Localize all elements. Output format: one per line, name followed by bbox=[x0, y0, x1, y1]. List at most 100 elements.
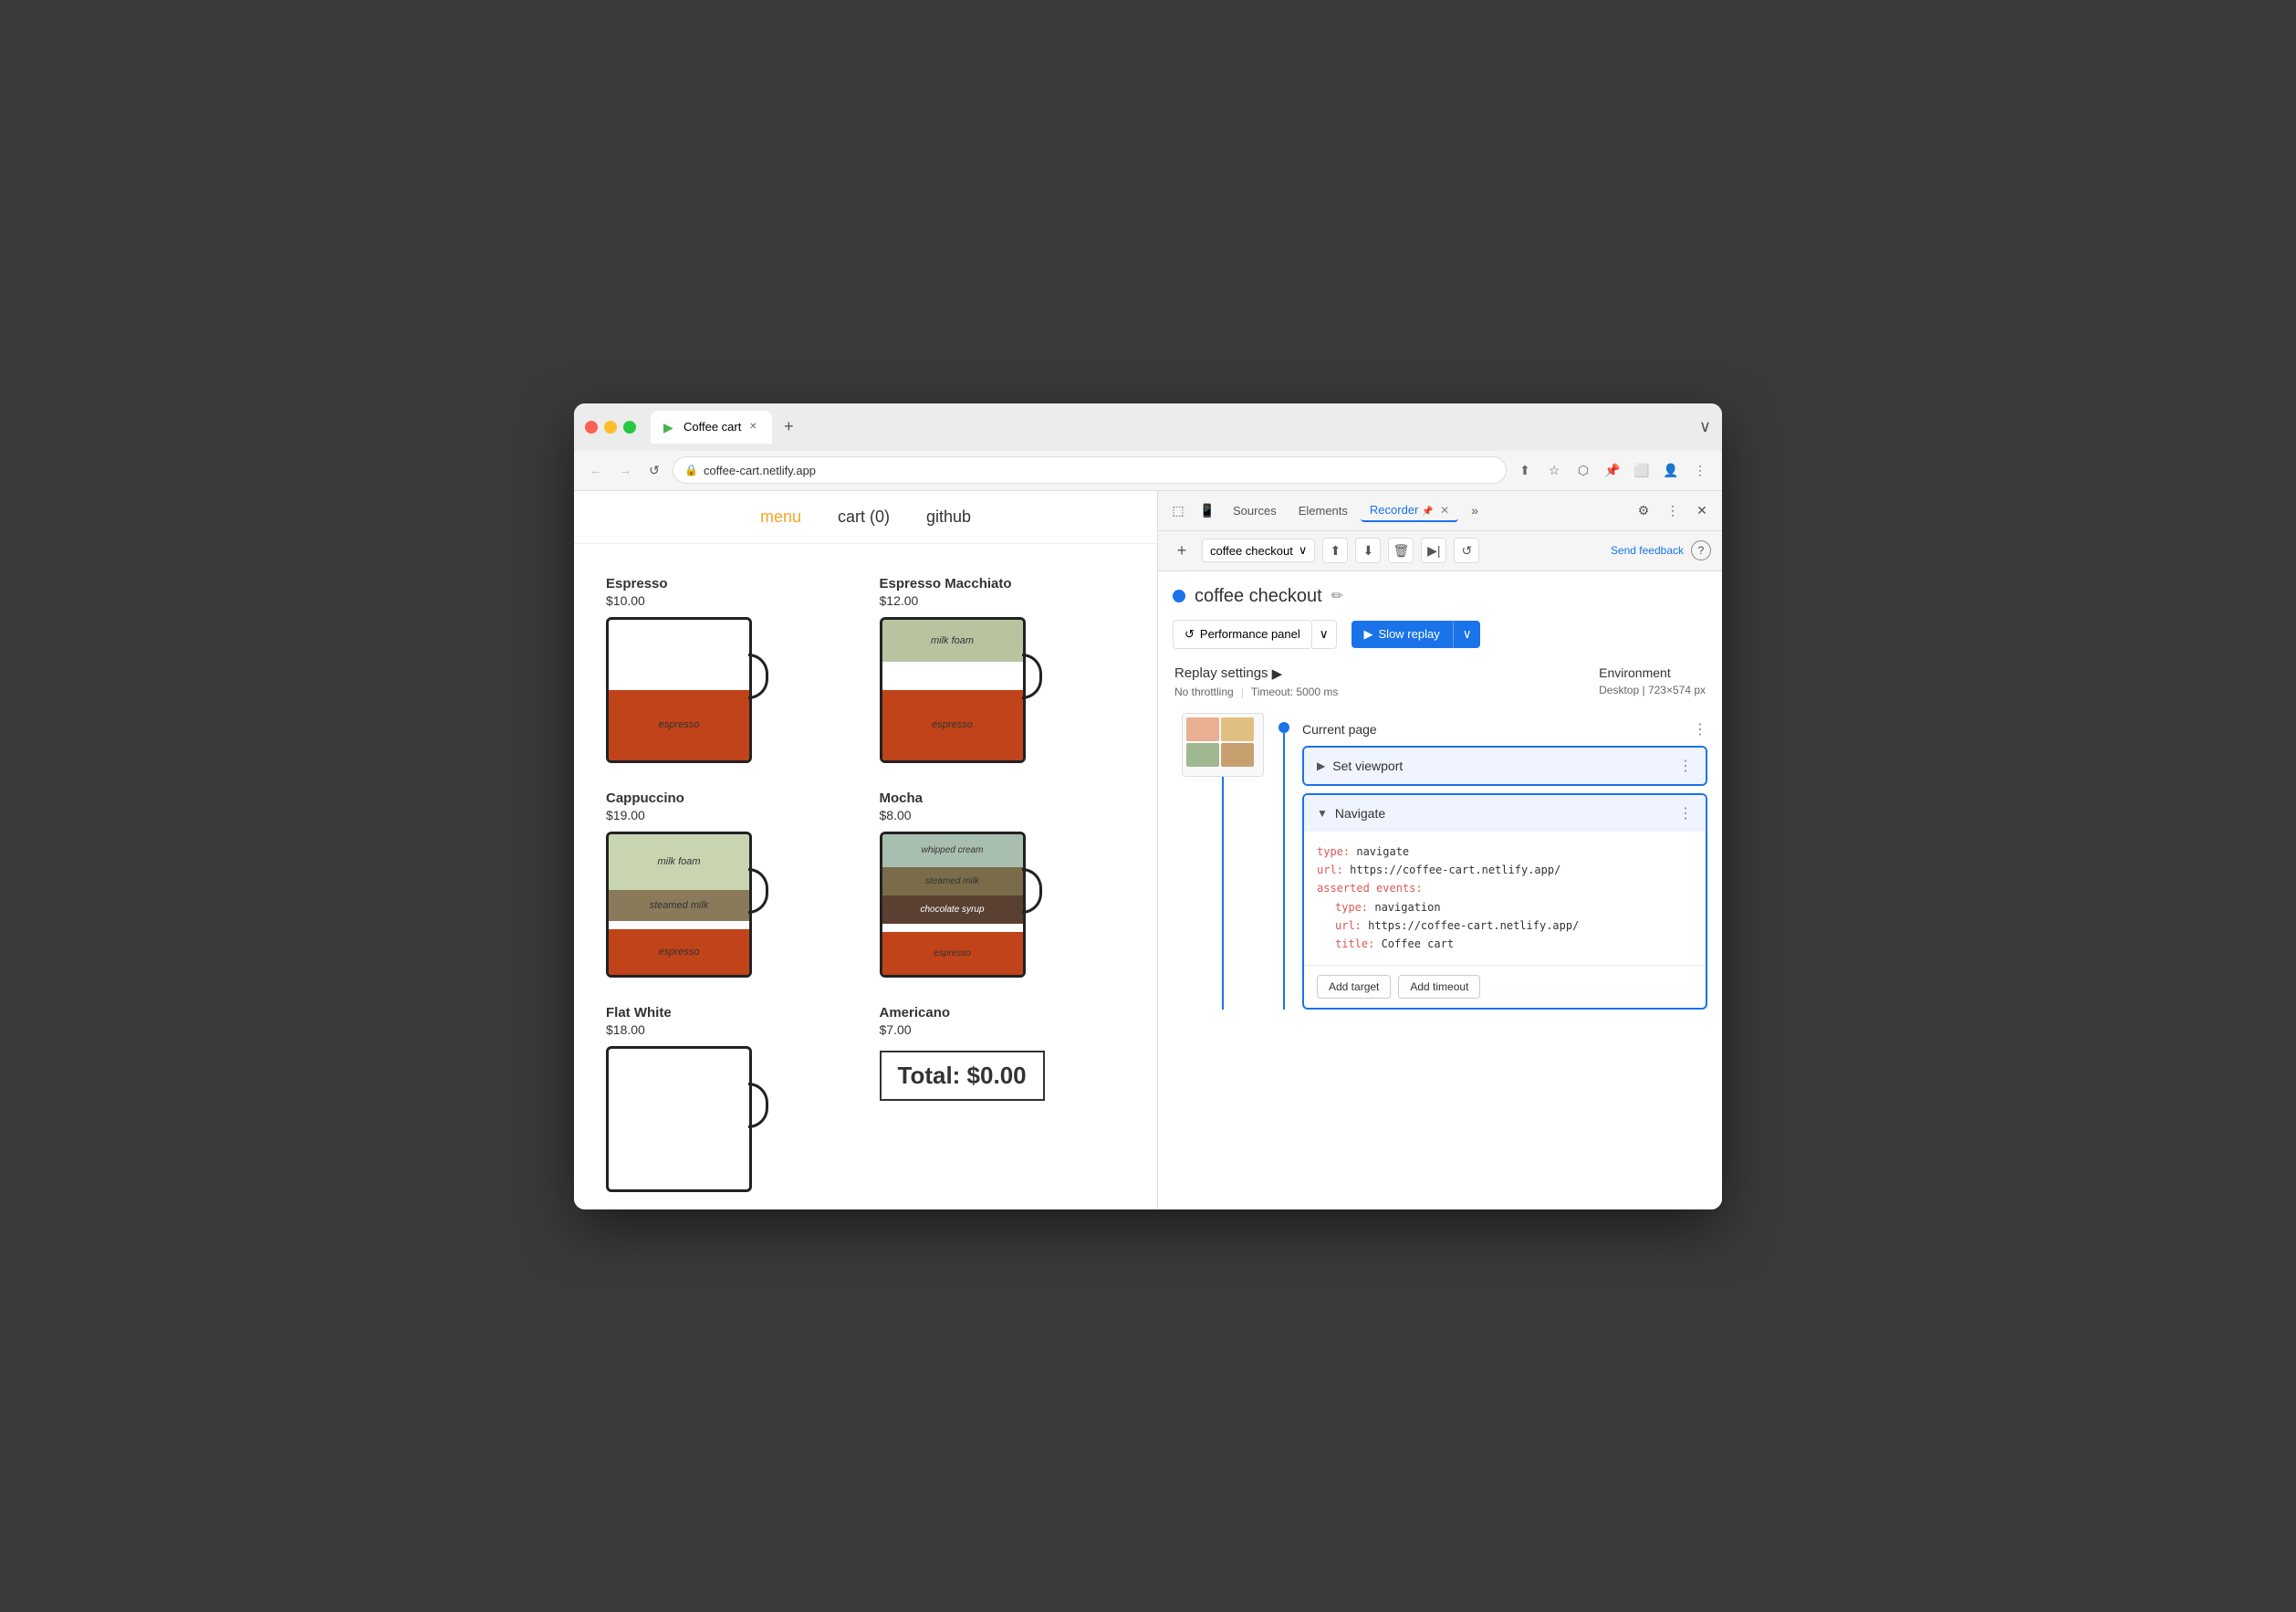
send-feedback-link[interactable]: Send feedback bbox=[1611, 544, 1684, 557]
edit-button[interactable]: ↺ bbox=[1454, 538, 1479, 563]
coffee-cup: espresso bbox=[606, 617, 752, 763]
code-type-key: type: bbox=[1317, 845, 1350, 858]
forward-button[interactable]: → bbox=[614, 459, 636, 481]
milk-foam-layer: milk foam bbox=[882, 620, 1023, 662]
browser-window: ▶ Coffee cart ✕ + ∨ ← → ↺ 🔒 coffee-cart.… bbox=[574, 403, 1722, 1209]
step-more-icon[interactable]: ⋮ bbox=[1678, 757, 1693, 775]
recording-edit-icon[interactable]: ✏ bbox=[1331, 587, 1343, 605]
cup-handle bbox=[1022, 868, 1042, 914]
lock-icon: 🔒 bbox=[684, 464, 698, 476]
menu-link[interactable]: menu bbox=[760, 508, 801, 527]
code-type-val: navigate bbox=[1350, 845, 1409, 858]
active-tab[interactable]: ▶ Coffee cart ✕ bbox=[651, 411, 772, 444]
replay-settings-arrow: ▶ bbox=[1272, 665, 1283, 682]
export-button[interactable]: ⬆ bbox=[1322, 538, 1348, 563]
devtools-toolbar: ⬚ 📱 Sources Elements Recorder 📌 ✕ » ⚙ ⋮ … bbox=[1158, 491, 1722, 531]
replay-settings-title[interactable]: Replay settings ▶ bbox=[1174, 665, 1338, 682]
espresso-layer: espresso bbox=[609, 690, 749, 760]
espresso-layer: espresso bbox=[609, 929, 749, 974]
play-icon: ▶ bbox=[1364, 627, 1373, 642]
github-link[interactable]: github bbox=[926, 508, 971, 527]
tab-list-button[interactable]: ∨ bbox=[1699, 417, 1711, 436]
recorder-body: coffee checkout ✏ ↺ Performance panel ∨ bbox=[1158, 571, 1722, 1209]
step-title: Navigate bbox=[1335, 806, 1671, 821]
add-timeout-button[interactable]: Add timeout bbox=[1398, 975, 1480, 999]
extension-icon[interactable]: ⬡ bbox=[1572, 459, 1594, 481]
coffee-item-espresso[interactable]: Espresso $10.00 espresso bbox=[592, 562, 866, 777]
refresh-icon: ↺ bbox=[1185, 627, 1195, 642]
step-toggle[interactable]: ▶ bbox=[1317, 759, 1325, 772]
devtools-more-icon[interactable]: ⋮ bbox=[1660, 497, 1685, 523]
step-body: type: navigate url: https://coffee-cart.… bbox=[1304, 832, 1706, 965]
import-button[interactable]: ⬇ bbox=[1355, 538, 1381, 563]
tab-sources[interactable]: Sources bbox=[1224, 500, 1286, 521]
devtools-settings-icon[interactable]: ⚙ bbox=[1631, 497, 1656, 523]
coffee-price: $10.00 bbox=[606, 593, 852, 608]
slow-replay-button[interactable]: ▶ Slow replay bbox=[1352, 621, 1453, 648]
more-tabs-icon[interactable]: » bbox=[1462, 497, 1487, 523]
recorder-tab-close[interactable]: ✕ bbox=[1440, 504, 1449, 517]
play-button[interactable]: ▶| bbox=[1421, 538, 1446, 563]
coffee-item-flatwhite[interactable]: Flat White $18.00 bbox=[592, 991, 866, 1206]
coffee-item-cappuccino[interactable]: Cappuccino $19.00 milk foam steamed milk… bbox=[592, 777, 866, 991]
code-asserted-line: asserted events: bbox=[1317, 879, 1693, 897]
timeline-steps-area: Current page ⋮ ▶ Set viewport ⋮ bbox=[1173, 713, 1707, 1010]
step-more-icon[interactable]: ⋮ bbox=[1678, 804, 1693, 822]
coffee-price: $8.00 bbox=[880, 808, 1126, 822]
code-type-line: type: navigate bbox=[1317, 843, 1693, 861]
share-icon[interactable]: ⬆ bbox=[1514, 459, 1536, 481]
whipped-cream-layer: whipped cream bbox=[882, 834, 1023, 868]
thumb-mini-1 bbox=[1186, 717, 1219, 741]
back-button[interactable]: ← bbox=[585, 459, 607, 481]
thumb-mini-4 bbox=[1221, 743, 1254, 767]
coffee-item-mocha[interactable]: Mocha $8.00 whipped cream steamed milk c… bbox=[866, 777, 1140, 991]
coffee-name: Americano bbox=[880, 1005, 1126, 1021]
address-input[interactable]: 🔒 coffee-cart.netlify.app bbox=[673, 456, 1507, 484]
timeline-line-1 bbox=[1283, 733, 1285, 1010]
refresh-button[interactable]: ↺ bbox=[643, 459, 665, 481]
cursor-icon[interactable]: ⬚ bbox=[1165, 497, 1191, 523]
close-button[interactable] bbox=[585, 421, 598, 434]
browser-more-icon[interactable]: ⋮ bbox=[1689, 459, 1711, 481]
thumbnail-area bbox=[1173, 713, 1273, 1010]
minimize-button[interactable] bbox=[604, 421, 617, 434]
current-page-more-icon[interactable]: ⋮ bbox=[1693, 720, 1707, 738]
pin-icon[interactable]: 📌 bbox=[1602, 459, 1623, 481]
coffee-item-macchiato[interactable]: Espresso Macchiato $12.00 milk foam espr… bbox=[866, 562, 1140, 777]
slow-replay-dropdown[interactable]: ∨ bbox=[1453, 621, 1481, 648]
step-toggle[interactable]: ▼ bbox=[1317, 807, 1328, 820]
split-view-icon[interactable]: ⬜ bbox=[1631, 459, 1653, 481]
add-recording-button[interactable]: + bbox=[1169, 538, 1195, 563]
coffee-price: $19.00 bbox=[606, 808, 852, 822]
performance-panel-dropdown[interactable]: ∨ bbox=[1312, 620, 1337, 649]
devtools-panel: ⬚ 📱 Sources Elements Recorder 📌 ✕ » ⚙ ⋮ … bbox=[1158, 491, 1722, 1209]
devtools-close-icon[interactable]: ✕ bbox=[1689, 497, 1715, 523]
fullscreen-button[interactable] bbox=[623, 421, 636, 434]
tab-close-button[interactable]: ✕ bbox=[746, 421, 759, 434]
recording-select-value: coffee checkout bbox=[1210, 544, 1293, 558]
address-text: coffee-cart.netlify.app bbox=[704, 464, 816, 477]
cart-link[interactable]: cart (0) bbox=[838, 508, 890, 527]
recorder-pin-icon: 📌 bbox=[1422, 507, 1433, 517]
new-tab-button[interactable]: + bbox=[776, 414, 801, 440]
recording-title: coffee checkout bbox=[1195, 586, 1322, 607]
code-asserted-title-key: title: bbox=[1335, 937, 1374, 950]
delete-button[interactable]: 🗑 bbox=[1388, 538, 1414, 563]
performance-panel-button[interactable]: ↺ Performance panel bbox=[1173, 620, 1312, 649]
recording-select[interactable]: coffee checkout ∨ bbox=[1202, 539, 1315, 562]
add-target-button[interactable]: Add target bbox=[1317, 975, 1391, 999]
bookmark-icon[interactable]: ☆ bbox=[1543, 459, 1565, 481]
coffee-cup: milk foam espresso bbox=[880, 617, 1026, 763]
device-icon[interactable]: 📱 bbox=[1195, 497, 1220, 523]
timeline-dots bbox=[1273, 713, 1295, 1010]
help-button[interactable]: ? bbox=[1691, 540, 1711, 560]
replay-settings-row: Replay settings ▶ No throttling | Timeou… bbox=[1173, 665, 1707, 698]
profile-icon[interactable]: 👤 bbox=[1660, 459, 1682, 481]
milk-foam-layer: milk foam bbox=[609, 834, 749, 891]
code-asserted-url-val: https://coffee-cart.netlify.app/ bbox=[1362, 919, 1579, 932]
tab-elements[interactable]: Elements bbox=[1289, 500, 1357, 521]
address-actions: ⬆ ☆ ⬡ 📌 ⬜ 👤 ⋮ bbox=[1514, 459, 1711, 481]
tab-recorder[interactable]: Recorder 📌 ✕ bbox=[1361, 499, 1458, 522]
coffee-item-americano[interactable]: Americano $7.00 Total: $0.00 bbox=[866, 991, 1140, 1206]
set-viewport-step: ▶ Set viewport ⋮ bbox=[1302, 746, 1707, 786]
